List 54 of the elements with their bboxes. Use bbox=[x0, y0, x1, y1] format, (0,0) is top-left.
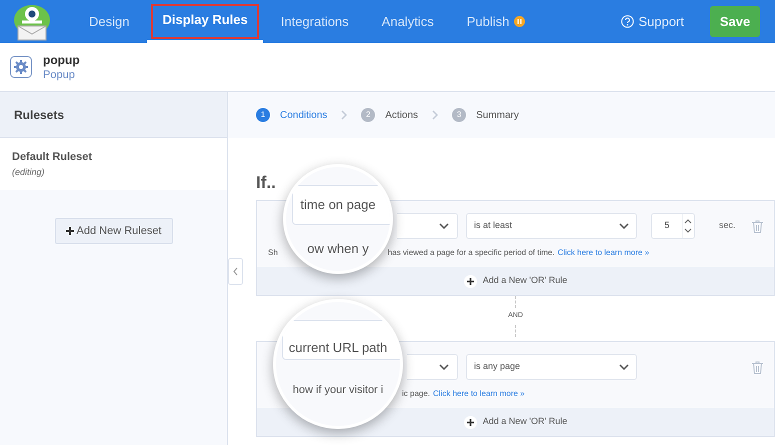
trash-icon[interactable] bbox=[752, 220, 763, 232]
learn-more-link[interactable]: Click here to learn more » bbox=[433, 388, 525, 400]
chevron-down-icon bbox=[439, 223, 449, 229]
chevron-down-icon bbox=[439, 364, 449, 370]
nav-tab[interactable]: Integrations bbox=[266, 0, 364, 43]
step-number: 2 bbox=[361, 108, 376, 122]
help-text-fragment: Sh bbox=[268, 247, 278, 259]
learn-more-link[interactable]: Click here to learn more » bbox=[558, 247, 650, 259]
ruleset-item[interactable]: Default Ruleset (editing) bbox=[0, 138, 227, 190]
save-button[interactable]: Save bbox=[710, 6, 760, 37]
chevron-right-icon bbox=[341, 110, 348, 120]
operator-select[interactable]: is any page bbox=[466, 354, 637, 380]
support-link[interactable]: Support bbox=[621, 12, 684, 32]
add-ruleset-button[interactable]: Add New Ruleset bbox=[54, 218, 172, 244]
stepper-icon[interactable] bbox=[682, 214, 694, 238]
nav-tab[interactable]: Publish bbox=[452, 0, 540, 43]
ruleset-note: (editing) bbox=[12, 166, 46, 179]
ruleset-name: Default Ruleset bbox=[12, 150, 94, 165]
nav-tab[interactable]: Display Rules bbox=[147, 0, 263, 43]
trash-icon[interactable] bbox=[752, 360, 763, 374]
add-or-rule-button[interactable]: Add a New 'OR' Rule bbox=[464, 274, 568, 288]
nav-tab[interactable]: Analytics bbox=[366, 0, 449, 43]
magnified-field-value: time on page bbox=[300, 196, 376, 214]
chevron-down-icon bbox=[619, 223, 629, 229]
magnified-help-text: ow when y bbox=[307, 240, 369, 258]
plus-icon bbox=[66, 227, 74, 235]
step-number: 3 bbox=[452, 108, 466, 122]
collapse-tab-icon[interactable] bbox=[228, 258, 243, 285]
field-select[interactable] bbox=[397, 213, 458, 239]
sidebar-title: Rulesets bbox=[14, 106, 64, 124]
help-icon bbox=[621, 15, 634, 28]
magnified-field-value: current URL path bbox=[288, 339, 388, 357]
step-tab[interactable]: 1 Conditions bbox=[256, 108, 328, 122]
add-or-rule-button[interactable]: Add a New 'OR' Rule bbox=[464, 415, 568, 429]
magnified-help-text: how if your visitor i bbox=[292, 383, 384, 398]
number-value: 5 bbox=[663, 219, 670, 232]
unit-label: sec. bbox=[719, 219, 736, 232]
number-input[interactable]: 5 bbox=[651, 213, 695, 239]
chevron-right-icon bbox=[432, 110, 438, 120]
step-tab[interactable]: 2 Actions bbox=[361, 108, 418, 122]
step-number: 1 bbox=[256, 108, 270, 122]
help-text: ic page. bbox=[402, 388, 430, 400]
nav-tab[interactable]: Design bbox=[74, 0, 144, 43]
field-select[interactable] bbox=[407, 354, 458, 380]
chevron-down-icon bbox=[619, 364, 629, 370]
plus-circle-icon bbox=[464, 274, 477, 288]
condition-heading: If.. bbox=[256, 172, 277, 194]
help-text: has viewed a page for a specific period of time. bbox=[388, 247, 555, 259]
operator-select[interactable]: is at least bbox=[466, 213, 637, 239]
campaign-name: popup bbox=[43, 52, 80, 68]
plus-circle-icon bbox=[464, 416, 477, 428]
campaign-type: Popup bbox=[43, 68, 76, 82]
gear-icon bbox=[10, 56, 32, 78]
step-tab[interactable]: 3 Summary bbox=[452, 108, 519, 122]
